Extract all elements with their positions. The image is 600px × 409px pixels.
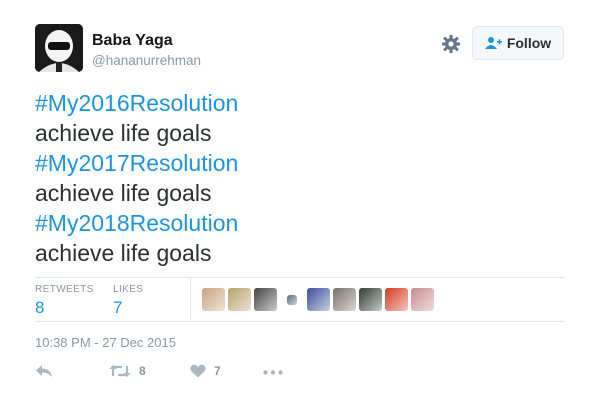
user-name[interactable]: Baba Yaga [92, 32, 173, 50]
follow-button-label: Follow [506, 35, 552, 51]
avatar[interactable] [35, 24, 83, 72]
user-handle[interactable]: @hananurrehman [92, 53, 201, 68]
hashtag-link[interactable]: #My2018Resolution [35, 208, 238, 238]
liker-avatar-6[interactable] [333, 288, 356, 311]
tweet-actions: 8 7 [35, 364, 335, 384]
stats-bottom-divider [35, 321, 565, 322]
liker-avatar-3[interactable] [254, 288, 277, 311]
tweet-line: achieve life goals [35, 120, 212, 146]
add-user-icon [484, 37, 502, 49]
likes-label: LIKES [113, 284, 144, 295]
more-button[interactable] [263, 370, 283, 375]
likes-count: 7 [113, 298, 123, 317]
tweet-timestamp[interactable]: 10:38 PM - 27 Dec 2015 [35, 335, 176, 350]
retweets-count: 8 [35, 298, 45, 317]
follow-button[interactable]: Follow [472, 26, 564, 60]
liker-avatar-2[interactable] [228, 288, 251, 311]
hashtag-link[interactable]: #My2016Resolution [35, 88, 238, 118]
stats-separator [190, 278, 191, 320]
retweet-button[interactable]: 8 [109, 364, 146, 378]
like-button[interactable]: 7 [190, 364, 221, 378]
tweet-header: Baba Yaga @hananurrehman Follow [35, 24, 565, 74]
like-count: 7 [214, 364, 221, 378]
liker-avatar-5[interactable] [307, 288, 330, 311]
more-icon [263, 370, 283, 375]
liker-avatar-4[interactable] [287, 294, 297, 305]
liker-avatars [202, 288, 434, 311]
helmet-avatar-icon [35, 24, 83, 72]
liker-avatar-1[interactable] [202, 288, 225, 311]
tweet-stats: RETWEETS 8 LIKES 7 [35, 278, 565, 320]
retweets-stat[interactable]: RETWEETS 8 [35, 284, 94, 318]
reply-icon [36, 365, 52, 377]
retweets-label: RETWEETS [35, 284, 94, 295]
reply-button[interactable] [35, 364, 53, 378]
likes-stat[interactable]: LIKES 7 [113, 284, 143, 318]
retweet-count: 8 [139, 364, 146, 378]
gear-icon[interactable] [441, 34, 461, 54]
tweet-line: achieve life goals [35, 180, 212, 206]
tweet-line: achieve life goals [35, 240, 212, 266]
liker-avatar-8[interactable] [385, 288, 408, 311]
hashtag-link[interactable]: #My2017Resolution [35, 148, 238, 178]
retweet-icon [109, 365, 131, 377]
liker-avatar-9[interactable] [411, 288, 434, 311]
tweet-text: #My2016Resolution achieve life goals #My… [35, 88, 238, 268]
liker-avatar-7[interactable] [359, 288, 382, 311]
heart-icon [190, 364, 206, 378]
